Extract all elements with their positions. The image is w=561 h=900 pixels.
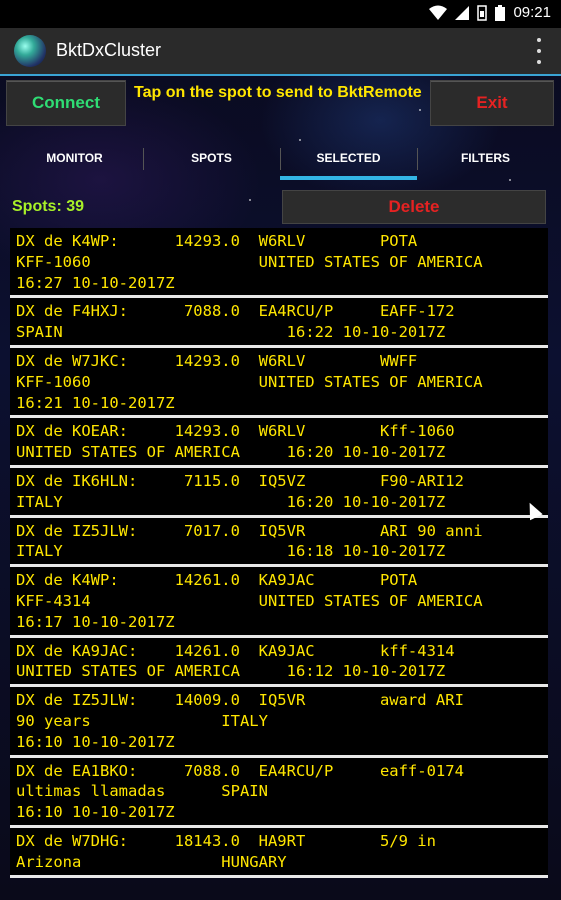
spot-line: DX de EA1BKO: 7088.0 EA4RCU/P eaff-0174	[16, 761, 464, 780]
spot-line: KFF-1060 UNITED STATES OF AMERICA	[16, 372, 483, 391]
spot-item[interactable]: DX de KA9JAC: 14261.0 KA9JAC kff-4314 UNI…	[10, 637, 548, 688]
signal-icon	[455, 5, 470, 20]
spot-item[interactable]: DX de EA1BKO: 7088.0 EA4RCU/P eaff-0174 u…	[10, 757, 548, 828]
sim-icon	[477, 4, 488, 21]
spot-line: DX de W7DHG: 18143.0 HA9RT 5/9 in	[16, 831, 436, 850]
spot-line: 90 years ITALY	[16, 711, 268, 730]
spot-line: DX de IZ5JLW: 14009.0 IQ5VR award ARI	[16, 691, 464, 710]
spot-line: ultimas llamadas SPAIN	[16, 782, 268, 801]
status-icons: 09:21	[429, 4, 551, 21]
tab-selected[interactable]: SELECTED	[280, 140, 417, 180]
action-bar: Connect Tap on the spot to send to BktRe…	[6, 80, 554, 126]
connect-button[interactable]: Connect	[6, 80, 126, 126]
status-bar: 09:21	[0, 0, 561, 28]
spot-line: 16:10 10-10-2017Z	[16, 732, 175, 751]
spot-line: DX de KOEAR: 14293.0 W6RLV Kff-1060	[16, 422, 455, 441]
spot-line: UNITED STATES OF AMERICA 16:12 10-10-201…	[16, 662, 446, 681]
spot-line: DX de K4WP: 14293.0 W6RLV POTA	[16, 232, 418, 250]
spot-item[interactable]: DX de W7JKC: 14293.0 W6RLV WWFF KFF-1060 …	[10, 347, 548, 419]
tab-bar: MONITOR SPOTS SELECTED FILTERS	[6, 140, 554, 180]
tab-monitor[interactable]: MONITOR	[6, 140, 143, 180]
spot-item[interactable]: DX de K4WP: 14261.0 KA9JAC POTA KFF-4314 …	[10, 567, 548, 638]
spot-line: KFF-4314 UNITED STATES OF AMERICA	[16, 591, 483, 610]
wifi-icon	[429, 5, 448, 20]
spot-line: KFF-1060 UNITED STATES OF AMERICA	[16, 252, 483, 271]
clock: 09:21	[513, 4, 551, 21]
spot-line: DX de K4WP: 14261.0 KA9JAC POTA	[16, 571, 418, 590]
spot-line: ITALY 16:20 10-10-2017Z	[16, 492, 446, 511]
spot-line: SPAIN 16:22 10-10-2017Z	[16, 323, 446, 342]
spot-item[interactable]: DX de IZ5JLW: 7017.0 IQ5VR ARI 90 anni IT…	[10, 517, 548, 568]
delete-button[interactable]: Delete	[282, 190, 546, 224]
app-title: BktDxCluster	[56, 40, 162, 60]
spots-header: Spots: 39 Delete	[6, 190, 554, 224]
spot-item[interactable]: DX de F4HXJ: 7088.0 EA4RCU/P EAFF-172 SPA…	[10, 298, 548, 348]
spot-line: 16:17 10-10-2017Z	[16, 612, 175, 631]
hint-text: Tap on the spot to send to BktRemote	[134, 84, 422, 101]
app-globe-icon	[14, 35, 46, 67]
spot-line: Arizona HUNGARY	[16, 852, 287, 871]
spot-item[interactable]: DX de K4WP: 14293.0 W6RLV POTA KFF-1060 U…	[10, 228, 548, 299]
spot-line: 16:27 10-10-2017Z	[16, 273, 175, 292]
spot-item[interactable]: DX de IZ5JLW: 14009.0 IQ5VR award ARI 90 …	[10, 687, 548, 758]
spot-line: UNITED STATES OF AMERICA 16:20 10-10-201…	[16, 443, 446, 462]
overflow-menu-icon[interactable]	[537, 38, 543, 64]
spot-line: DX de W7JKC: 14293.0 W6RLV WWFF	[16, 351, 418, 370]
spot-line: 16:21 10-10-2017Z	[16, 393, 175, 412]
battery-icon	[495, 4, 506, 21]
spot-line: ITALY 16:18 10-10-2017Z	[16, 542, 446, 561]
spot-line: DX de IK6HLN: 7115.0 IQ5VZ F90-ARI12	[16, 471, 464, 490]
spot-line: 16:10 10-10-2017Z	[16, 803, 175, 822]
spot-line: DX de F4HXJ: 7088.0 EA4RCU/P EAFF-172	[16, 302, 455, 321]
spot-item[interactable]: DX de IK6HLN: 7115.0 IQ5VZ F90-ARI12 ITAL…	[10, 467, 548, 518]
spot-item[interactable]: DX de W7DHG: 18143.0 HA9RT 5/9 in Arizona…	[10, 827, 548, 878]
tab-spots[interactable]: SPOTS	[143, 140, 280, 180]
tab-filters[interactable]: FILTERS	[417, 140, 554, 180]
exit-button[interactable]: Exit	[430, 80, 554, 126]
spot-line: DX de IZ5JLW: 7017.0 IQ5VR ARI 90 anni	[16, 521, 483, 540]
spot-list[interactable]: DX de K4WP: 14293.0 W6RLV POTA KFF-1060 U…	[10, 228, 548, 900]
spot-item[interactable]: DX de KOEAR: 14293.0 W6RLV Kff-1060 UNITE…	[10, 418, 548, 468]
app-bar: BktDxCluster	[0, 28, 561, 76]
spots-count: Spots: 39	[12, 198, 85, 215]
spot-line: DX de KA9JAC: 14261.0 KA9JAC kff-4314	[16, 641, 455, 660]
